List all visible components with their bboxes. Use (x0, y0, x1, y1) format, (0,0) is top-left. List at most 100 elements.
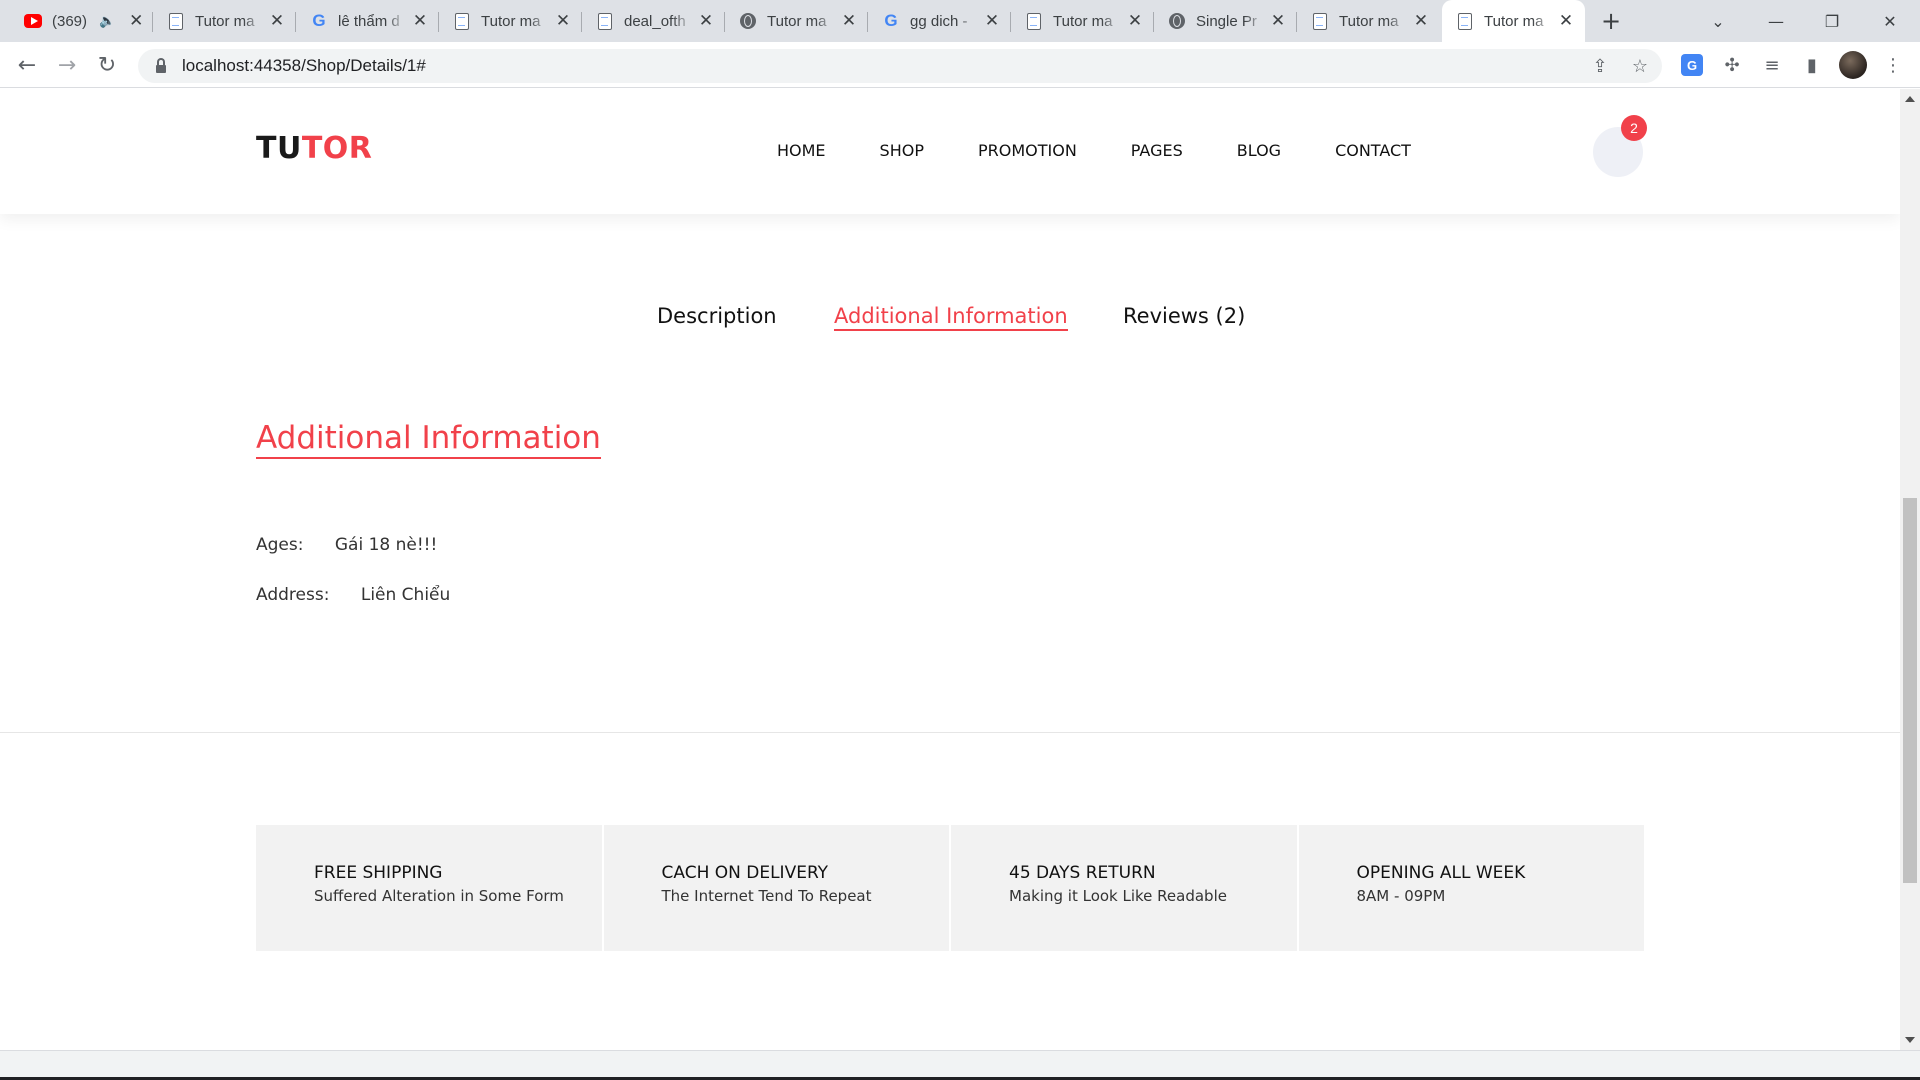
main-nav: HOME SHOP PROMOTION PAGES BLOG CONTACT (777, 141, 1465, 160)
tab-title: Tutor ma (481, 12, 541, 30)
browser-toolbar: ← → ↻ localhost:44358/Shop/Details/1# ⇪ … (0, 42, 1920, 88)
info-row-address: Address: Liên Chiểu (256, 585, 450, 605)
tab-title: Tutor ma (1053, 12, 1113, 30)
nav-contact[interactable]: CONTACT (1335, 141, 1411, 160)
side-panel-icon[interactable]: ▮ (1797, 50, 1827, 80)
document-icon (1311, 12, 1329, 30)
info-value: Gái 18 nè!!! (334, 535, 438, 555)
close-tab-icon[interactable]: ✕ (840, 11, 858, 31)
browser-tab[interactable]: Tutor ma ✕ (153, 0, 296, 42)
window-bottom-edge (0, 1050, 1920, 1080)
nav-home[interactable]: HOME (777, 141, 826, 160)
close-tab-icon[interactable]: ✕ (1126, 11, 1144, 31)
close-tab-icon[interactable]: ✕ (697, 11, 715, 31)
info-label: Address: (256, 585, 330, 605)
additional-information-heading: Additional Information (256, 420, 601, 459)
close-tab-icon[interactable]: ✕ (127, 11, 145, 31)
tab-title: gg dich - (910, 12, 968, 30)
google-icon: G (312, 11, 326, 30)
logo-text-red: TOR (301, 131, 373, 166)
info-label: Ages: (256, 535, 304, 555)
close-tab-icon[interactable]: ✕ (268, 11, 286, 31)
share-icon[interactable]: ⇪ (1588, 54, 1612, 78)
feature-cash-on-delivery: CACH ON DELIVERY The Internet Tend To Re… (603, 825, 949, 951)
tab-reviews[interactable]: Reviews (2) (1123, 304, 1245, 328)
feature-opening-all-week: OPENING ALL WEEK 8AM - 09PM (1298, 825, 1644, 951)
back-arrow-icon[interactable]: ← (12, 50, 42, 80)
close-tab-icon[interactable]: ✕ (554, 11, 572, 31)
browser-tab[interactable]: Tutor ma ✕ (1011, 0, 1154, 42)
browser-tab[interactable]: Tutor ma ✕ (439, 0, 582, 42)
close-tab-icon[interactable]: ✕ (1412, 11, 1430, 31)
document-icon (1025, 12, 1043, 30)
forward-arrow-icon[interactable]: → (52, 50, 82, 80)
feature-title: CACH ON DELIVERY (661, 863, 829, 883)
google-icon: G (884, 11, 898, 30)
browser-tab[interactable]: (369) 🔈 ✕ (10, 0, 153, 42)
extensions-puzzle-icon[interactable]: ✣ (1717, 50, 1747, 80)
profile-avatar[interactable] (1838, 50, 1868, 80)
close-tab-icon[interactable]: ✕ (1557, 11, 1575, 31)
tab-title: Tutor ma (767, 12, 827, 30)
close-tab-icon[interactable]: ✕ (983, 11, 1001, 31)
tab-title: lê thẩm d (338, 12, 400, 30)
new-tab-icon[interactable]: + (1597, 7, 1625, 35)
google-translate-extension-icon[interactable]: G (1677, 50, 1707, 80)
browser-tab-strip: (369) 🔈 ✕ Tutor ma ✕ G lê thẩm d ✕ Tutor… (0, 0, 1920, 42)
tab-title: Tutor ma (1339, 12, 1399, 30)
browser-tab-active[interactable]: Tutor ma ✕ (1442, 0, 1585, 42)
feature-free-shipping: FREE SHIPPING Suffered Alteration in Som… (256, 825, 602, 951)
nav-promotion[interactable]: PROMOTION (978, 141, 1077, 160)
tab-additional-information[interactable]: Additional Information (834, 304, 1068, 331)
bookmark-star-icon[interactable]: ☆ (1628, 54, 1652, 78)
browser-tab[interactable]: Tutor ma ✕ (725, 0, 868, 42)
document-icon (596, 12, 614, 30)
scrollbar-thumb[interactable] (1903, 498, 1917, 883)
feature-subtitle: Suffered Alteration in Some Form (314, 887, 564, 905)
site-header: TUTOR HOME SHOP PROMOTION PAGES BLOG CON… (0, 89, 1900, 214)
logo-text-dark: TU (256, 131, 302, 166)
tab-description[interactable]: Description (657, 304, 777, 328)
tab-title: (369) (52, 12, 88, 30)
document-icon (453, 12, 471, 30)
globe-icon (1168, 12, 1186, 30)
browser-tab[interactable]: Single Pr ✕ (1154, 0, 1297, 42)
info-row-ages: Ages: Gái 18 nè!!! (256, 535, 437, 555)
feature-subtitle: The Internet Tend To Repeat (661, 887, 872, 905)
speaker-muted-icon[interactable]: 🔈 (99, 14, 115, 29)
tab-title: Single Pr (1196, 12, 1257, 30)
youtube-icon (24, 12, 42, 30)
browser-menu-icon[interactable]: ⋮ (1878, 50, 1908, 80)
document-icon (167, 12, 185, 30)
nav-blog[interactable]: BLOG (1237, 141, 1281, 160)
reading-list-icon[interactable]: ≡ (1757, 50, 1787, 80)
page-scrollbar[interactable] (1900, 89, 1920, 1050)
site-logo[interactable]: TUTOR (256, 131, 372, 166)
browser-tab[interactable]: G gg dich - ✕ (868, 0, 1011, 42)
page-viewport: TUTOR HOME SHOP PROMOTION PAGES BLOG CON… (0, 89, 1900, 1050)
close-tab-icon[interactable]: ✕ (1269, 11, 1287, 31)
feature-title: FREE SHIPPING (314, 863, 443, 883)
tab-title: Tutor ma (1484, 12, 1544, 30)
close-window-icon[interactable]: ✕ (1862, 0, 1918, 42)
address-bar[interactable]: localhost:44358/Shop/Details/1# ⇪ ☆ (138, 49, 1662, 83)
globe-icon (739, 12, 757, 30)
browser-tab[interactable]: deal_ofth ✕ (582, 0, 725, 42)
nav-pages[interactable]: PAGES (1131, 141, 1183, 160)
browser-tab[interactable]: Tutor ma ✕ (1297, 0, 1440, 42)
browser-tab[interactable]: G lê thẩm d ✕ (296, 0, 439, 42)
close-tab-icon[interactable]: ✕ (411, 11, 429, 31)
url-text[interactable]: localhost:44358/Shop/Details/1# (182, 56, 426, 76)
scroll-down-arrow-icon[interactable] (1905, 1037, 1915, 1043)
restore-icon[interactable]: ❐ (1804, 0, 1860, 42)
reload-icon[interactable]: ↻ (92, 50, 122, 80)
feature-subtitle: Making it Look Like Readable (1009, 887, 1227, 905)
minimize-icon[interactable]: — (1748, 0, 1804, 42)
nav-shop[interactable]: SHOP (880, 141, 924, 160)
tab-title: deal_ofth (624, 12, 686, 30)
lock-icon[interactable] (156, 58, 166, 73)
scroll-up-arrow-icon[interactable] (1905, 96, 1915, 102)
tab-title: Tutor ma (195, 12, 255, 30)
tab-search-chevron-icon[interactable]: ⌄ (1690, 0, 1746, 42)
feature-title: OPENING ALL WEEK (1356, 863, 1526, 883)
